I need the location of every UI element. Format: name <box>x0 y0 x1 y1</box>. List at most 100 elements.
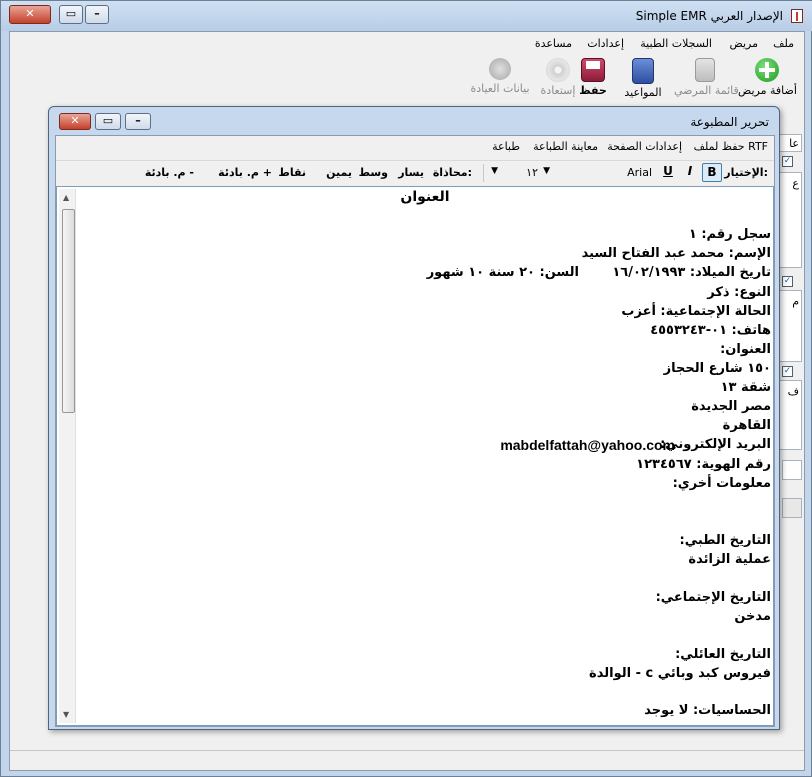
background-checkbox-1[interactable]: ✓ <box>782 156 793 167</box>
background-box-2[interactable]: م <box>778 290 802 362</box>
record-number: سجل رقم: ١ <box>688 227 771 242</box>
social-history-value: مدخن <box>734 609 771 624</box>
dialog-minimize-button[interactable]: – <box>125 113 151 130</box>
indent-decrease-button[interactable]: م. بادئة - <box>145 166 194 179</box>
add-patient-icon <box>755 58 779 82</box>
restore-button[interactable]: إستعادة <box>538 58 578 104</box>
page-setup-menu[interactable]: إعدادات الصفحة <box>607 140 682 153</box>
scroll-down-icon[interactable]: ▼ <box>63 710 69 719</box>
patient-age: السن: ٢٠ سنة ١٠ شهور <box>426 265 579 280</box>
app-logo-icon <box>791 9 803 23</box>
clinic-data-label: بيانات العيادة <box>470 82 530 95</box>
medical-history-value: عملية الزائدة <box>688 552 771 567</box>
close-icon: ✕ <box>25 7 35 20</box>
print-editor-dialog: ✕ ▭ – تحرير المطبوعة حفظ لملف RTF إعدادا… <box>48 106 780 730</box>
indent-increase-button[interactable]: م. بادئة + <box>218 166 272 179</box>
family-history-value: فيروس كبد وبائي c - الوالدة <box>589 666 771 681</box>
background-fragment-2: ع <box>792 177 799 190</box>
close-icon: ✕ <box>70 114 80 127</box>
underline-button[interactable]: U <box>658 163 678 182</box>
chevron-down-icon[interactable]: ▼ <box>491 166 498 176</box>
choose-label: الإختيار: <box>724 166 768 179</box>
minimize-button[interactable]: – <box>85 5 109 24</box>
phone: هاتف: ٠١-٤٥٥٣٢٤٣ <box>650 323 771 338</box>
menu-medical-records[interactable]: السجلات الطبية <box>640 37 712 50</box>
background-fragment-4: ف <box>787 385 799 398</box>
appointments-label: المواعيد <box>624 86 662 99</box>
other-info: معلومات أخري: <box>672 476 771 491</box>
save-rtf-menu[interactable]: حفظ لملف RTF <box>694 140 768 153</box>
main-toolbar: أضافة مريض قائمة المرضي المواعيد حفظ إست… <box>10 54 804 106</box>
gender: النوع: ذكر <box>707 285 771 300</box>
format-toolbar: الإختيار: B I U Arial ▼ ١٢ ▼ محاذاة: يسا… <box>56 160 774 184</box>
background-box-1[interactable]: ع <box>778 172 802 268</box>
appointments-button[interactable]: المواعيد <box>622 58 664 104</box>
background-fragment-1: عا <box>789 137 799 150</box>
print-menu[interactable]: طباعة <box>492 140 520 153</box>
menu-settings[interactable]: إعدادات <box>587 37 624 50</box>
align-label: محاذاة: <box>432 166 472 179</box>
restore-label: إستعادة <box>540 84 576 97</box>
address-label: العنوان: <box>720 342 771 357</box>
background-fragment-3: م <box>792 295 799 308</box>
bullets-button[interactable]: نقاط <box>278 166 306 179</box>
address-line: شقة ١٣ <box>720 380 771 395</box>
dialog-close-button[interactable]: ✕ <box>59 113 91 130</box>
birth-date: تاريخ الميلاد: ١٦/٠٢/١٩٩٣ <box>612 265 771 280</box>
rich-text-editor[interactable]: ▲ ▼ العنوان سجل رقم: ١ الإسم: محمد عبد ا… <box>56 186 774 726</box>
close-button[interactable]: ✕ <box>9 5 51 24</box>
save-icon <box>581 58 605 82</box>
menu-help[interactable]: مساعدة <box>535 37 572 50</box>
scroll-up-icon[interactable]: ▲ <box>63 193 69 202</box>
dialog-maximize-button[interactable]: ▭ <box>95 113 121 130</box>
bold-button[interactable]: B <box>702 163 722 182</box>
menu-patient[interactable]: مريض <box>730 37 759 50</box>
family-history-label: التاريخ العائلي: <box>675 647 771 662</box>
main-title-bar[interactable]: ✕ ▭ – Simple EMR الإصدار العربي <box>1 1 812 31</box>
print-editor-menu: حفظ لملف RTF إعدادات الصفحة معاينة الطبا… <box>56 136 774 158</box>
clinic-data-icon <box>489 58 511 80</box>
print-editor-title-bar[interactable]: ✕ ▭ – تحرير المطبوعة <box>49 107 779 135</box>
font-size-select[interactable]: ١٢ <box>526 166 538 179</box>
background-field-2[interactable] <box>782 460 802 480</box>
print-editor-client: حفظ لملف RTF إعدادات الصفحة معاينة الطبا… <box>55 135 775 727</box>
background-checkbox-3[interactable]: ✓ <box>782 366 793 377</box>
add-patient-button[interactable]: أضافة مريض <box>738 58 797 104</box>
scroll-thumb[interactable] <box>62 209 75 413</box>
vertical-scrollbar[interactable]: ▲ ▼ <box>59 189 76 723</box>
patient-list-icon <box>695 58 715 82</box>
app-title: Simple EMR الإصدار العربي <box>635 9 783 23</box>
status-bar <box>10 750 804 770</box>
clinic-data-button[interactable]: بيانات العيادة <box>468 58 532 104</box>
menu-file[interactable]: ملف <box>773 37 794 50</box>
add-patient-label: أضافة مريض <box>738 84 797 97</box>
minimize-icon: – <box>135 114 141 127</box>
email-label: البريد الإلكتروني: <box>660 437 771 452</box>
align-center-button[interactable]: وسط <box>359 166 388 179</box>
background-field-1[interactable]: عا <box>778 134 802 152</box>
background-button[interactable] <box>782 498 802 518</box>
email-value: mabdelfattah@yahoo.com <box>500 437 675 453</box>
id-number: رقم الهوية: ١٢٣٤٥٦٧ <box>636 457 771 472</box>
maximize-button[interactable]: ▭ <box>59 5 83 24</box>
save-button[interactable]: حفظ <box>578 58 608 104</box>
allergies: الحساسيات: لا يوجد <box>644 703 771 718</box>
background-checkbox-2[interactable]: ✓ <box>782 276 793 287</box>
document-page[interactable]: العنوان سجل رقم: ١ الإسم: محمد عبد الفتا… <box>79 187 771 723</box>
appointments-icon <box>632 58 654 84</box>
align-left-button[interactable]: يسار <box>398 166 424 179</box>
align-right-button[interactable]: يمين <box>326 166 352 179</box>
patient-list-label: قائمة المرضي <box>674 84 739 97</box>
italic-button[interactable]: I <box>680 163 700 182</box>
restore-icon <box>546 58 570 82</box>
font-select[interactable]: Arial <box>627 166 652 179</box>
patient-list-button[interactable]: قائمة المرضي <box>674 58 739 104</box>
maximize-icon: ▭ <box>102 114 114 127</box>
medical-history-label: التاريخ الطبي: <box>679 533 771 548</box>
chevron-down-icon[interactable]: ▼ <box>543 166 550 176</box>
background-box-3[interactable]: ف <box>778 380 802 450</box>
print-preview-menu[interactable]: معاينة الطباعة <box>533 140 598 153</box>
patient-name: الإسم: محمد عبد الفتاح السيد <box>581 246 771 261</box>
toolbar-separator <box>483 164 484 182</box>
address-line: مصر الجديدة <box>691 399 771 414</box>
